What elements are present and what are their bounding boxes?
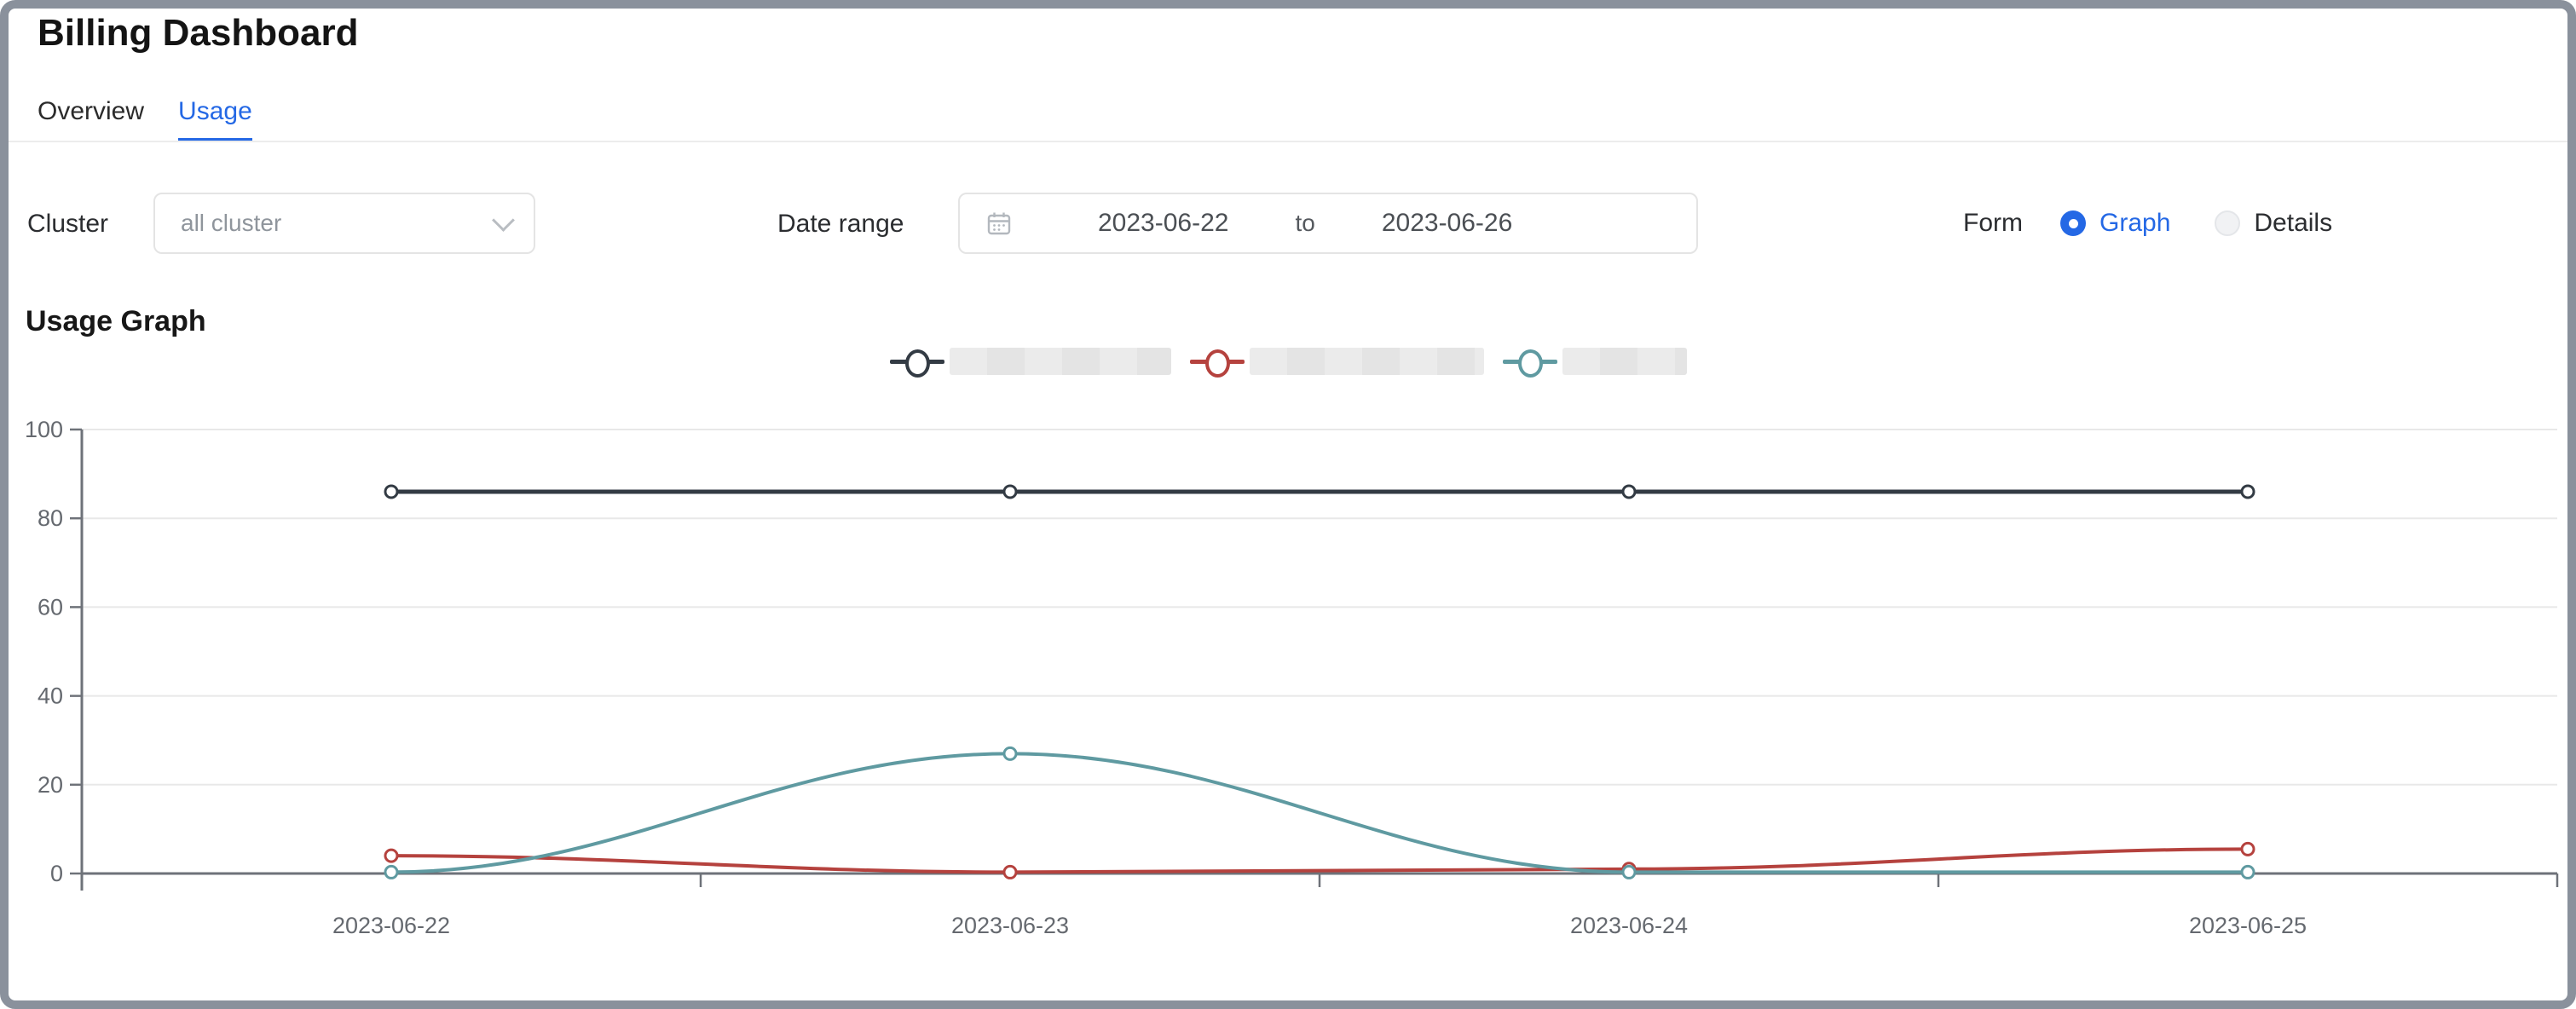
cluster-label: Cluster: [27, 210, 108, 239]
date-to-value[interactable]: 2023-06-26: [1382, 209, 1512, 238]
form-radio-group: Form Graph Details: [1963, 193, 2332, 254]
radio-details-label[interactable]: Details: [2254, 209, 2332, 238]
legend-label-blurred: [1250, 348, 1484, 375]
radio-graph-label[interactable]: Graph: [2099, 209, 2170, 238]
date-range-picker[interactable]: 2023-06-22 to 2023-06-26: [958, 193, 1698, 254]
radio-graph[interactable]: [2060, 210, 2086, 236]
svg-text:2023-06-22: 2023-06-22: [332, 913, 450, 938]
svg-text:2023-06-24: 2023-06-24: [1570, 913, 1688, 938]
chart-legend: [9, 348, 2567, 375]
cluster-select-value: all cluster: [181, 210, 495, 237]
cluster-select[interactable]: all cluster: [153, 193, 535, 254]
calendar-icon: [985, 210, 1013, 237]
page-title: Billing Dashboard: [38, 12, 358, 55]
header-divider: [9, 141, 2567, 142]
legend-label-blurred: [1562, 348, 1687, 375]
tab-overview[interactable]: Overview: [38, 97, 144, 141]
svg-text:2023-06-25: 2023-06-25: [2189, 913, 2307, 938]
legend-item-2[interactable]: [1190, 348, 1484, 375]
svg-text:60: 60: [38, 594, 63, 620]
usage-graph-title: Usage Graph: [26, 305, 206, 338]
dashboard-frame: Billing Dashboard Overview Usage Cluster…: [0, 0, 2576, 1009]
date-range-label: Date range: [777, 210, 904, 239]
svg-text:100: 100: [25, 417, 63, 442]
legend-item-1[interactable]: [890, 348, 1171, 375]
legend-label-blurred: [950, 348, 1171, 375]
svg-text:2023-06-23: 2023-06-23: [951, 913, 1069, 938]
tab-bar: Overview Usage: [38, 97, 252, 141]
svg-text:20: 20: [38, 772, 63, 798]
svg-text:80: 80: [38, 505, 63, 531]
usage-line-chart: 0 20 40 60 80 100 2023-06-22 2023-06-23 2023-06-…: [9, 401, 2576, 997]
radio-details[interactable]: [2215, 210, 2240, 236]
svg-text:40: 40: [38, 683, 63, 709]
legend-line-marker-icon: [890, 348, 944, 375]
svg-text:0: 0: [50, 861, 63, 886]
form-label: Form: [1963, 209, 2023, 238]
radio-dot: [2069, 219, 2078, 228]
chevron-down-icon: [492, 209, 515, 232]
date-from-value[interactable]: 2023-06-22: [1098, 209, 1228, 238]
legend-line-marker-icon: [1190, 348, 1245, 375]
legend-line-marker-icon: [1503, 348, 1557, 375]
legend-item-3[interactable]: [1503, 348, 1687, 375]
date-to-word: to: [1295, 210, 1314, 237]
tab-usage[interactable]: Usage: [178, 97, 252, 141]
